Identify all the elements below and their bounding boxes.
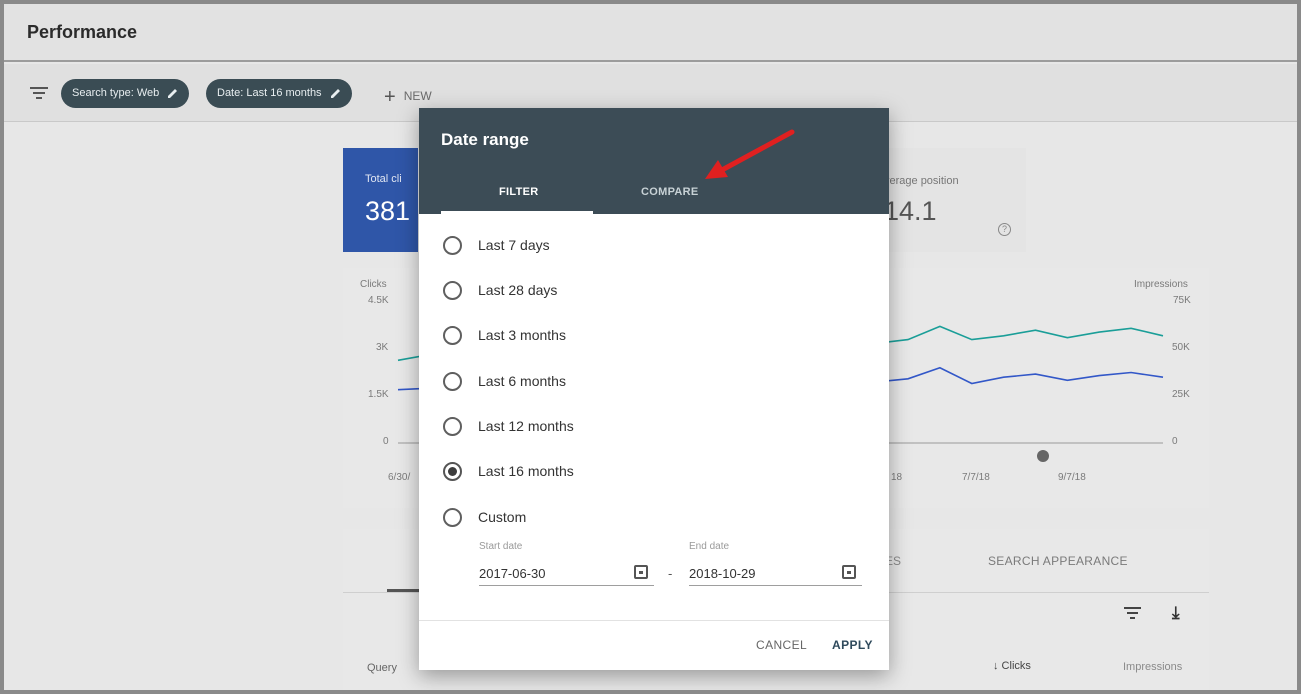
start-date-value: 2017-06-30 — [479, 566, 546, 581]
radio-button[interactable] — [443, 280, 462, 300]
edit-icon[interactable] — [167, 87, 179, 99]
left-axis-title: Clicks — [360, 279, 387, 290]
dialog-header: Date range FILTER COMPARE — [419, 108, 889, 214]
option-last-28-days[interactable]: Last 28 days — [443, 279, 557, 301]
apply-button[interactable]: APPLY — [832, 638, 873, 652]
average-position-value: 14.1 — [884, 196, 937, 226]
chip-label: Date: Last 16 months — [217, 87, 322, 99]
end-date-label: End date — [689, 541, 730, 552]
date-separator: - — [668, 566, 673, 581]
total-clicks-value: 381 — [365, 196, 411, 226]
x-tick: 9/7/18 — [1058, 472, 1086, 483]
radio-button[interactable] — [443, 416, 462, 436]
total-clicks-label: Total cli — [365, 173, 402, 185]
average-position-card[interactable]: verage position 14.1 ? — [882, 148, 1026, 252]
edit-icon[interactable] — [330, 87, 342, 99]
new-filter-button[interactable]: + NEW — [384, 86, 432, 109]
cancel-button[interactable]: CANCEL — [756, 638, 807, 652]
left-tick: 1.5K — [368, 389, 389, 400]
date-range-dialog: Date range FILTER COMPARE Last 7 days La… — [419, 108, 889, 670]
tab-filter[interactable]: FILTER — [499, 186, 538, 198]
option-label: Last 28 days — [478, 282, 558, 298]
left-tick: 4.5K — [368, 295, 389, 306]
end-date-value: 2018-10-29 — [689, 566, 756, 581]
chip-search-type[interactable]: Search type: Web — [61, 79, 190, 108]
option-last-7-days[interactable]: Last 7 days — [443, 234, 550, 256]
annotation-marker[interactable] — [1037, 450, 1049, 462]
option-last-3-months[interactable]: Last 3 months — [443, 324, 566, 346]
table-filter-icon[interactable] — [1124, 607, 1141, 619]
option-label: Last 6 months — [478, 373, 566, 389]
new-filter-label: NEW — [403, 89, 432, 103]
page-title: Performance — [27, 22, 138, 42]
left-tick: 3K — [376, 342, 389, 353]
help-icon[interactable]: ? — [998, 223, 1011, 236]
column-header-clicks[interactable]: ↓ Clicks — [993, 660, 1031, 672]
plus-icon: + — [384, 86, 396, 108]
column-header-impressions[interactable]: Impressions — [1123, 661, 1182, 673]
option-label: Last 12 months — [478, 418, 574, 434]
x-tick: 7/7/18 — [962, 472, 990, 483]
x-tick: 18 — [891, 472, 903, 483]
dialog-divider — [419, 620, 889, 621]
end-date-field[interactable]: 2018-10-29 — [689, 562, 862, 586]
option-last-12-months[interactable]: Last 12 months — [443, 415, 574, 437]
download-icon[interactable]: ⤓ — [1172, 603, 1180, 623]
option-label: Custom — [478, 509, 527, 525]
calendar-icon[interactable] — [634, 565, 648, 579]
radio-button[interactable] — [443, 507, 462, 527]
dialog-title: Date range — [441, 130, 529, 149]
active-tab-indicator — [441, 211, 593, 214]
option-label: Last 7 days — [478, 237, 550, 253]
app-frame: Performance Search type: Web Date: Last … — [4, 4, 1297, 690]
tab-compare[interactable]: COMPARE — [641, 186, 699, 198]
average-position-label: verage position — [884, 175, 959, 187]
right-tick: 25K — [1172, 389, 1190, 400]
filter-icon[interactable] — [30, 87, 48, 99]
right-tick: 75K — [1173, 295, 1191, 306]
calendar-icon[interactable] — [842, 565, 856, 579]
option-label: Last 16 months — [478, 463, 574, 479]
option-custom[interactable]: Custom — [443, 506, 526, 528]
option-last-16-months[interactable]: Last 16 months — [443, 460, 574, 482]
option-label: Last 3 months — [478, 327, 566, 343]
radio-button[interactable] — [443, 235, 462, 255]
left-tick: 0 — [383, 436, 389, 447]
chip-date[interactable]: Date: Last 16 months — [206, 79, 352, 108]
start-date-label: Start date — [479, 541, 523, 552]
radio-button[interactable] — [443, 371, 462, 391]
x-tick: 6/30/ — [388, 472, 411, 483]
right-tick: 50K — [1172, 342, 1190, 353]
option-last-6-months[interactable]: Last 6 months — [443, 370, 566, 392]
radio-button-selected[interactable] — [443, 461, 462, 481]
chip-label: Search type: Web — [72, 87, 160, 99]
column-header-query[interactable]: Query — [367, 662, 397, 674]
app-header: Performance — [4, 4, 1297, 62]
start-date-field[interactable]: 2017-06-30 — [479, 562, 654, 586]
tab-search-appearance[interactable]: SEARCH APPEARANCE — [988, 554, 1128, 568]
right-tick: 0 — [1172, 436, 1178, 447]
radio-button[interactable] — [443, 325, 462, 345]
right-axis-title: Impressions — [1134, 279, 1188, 290]
total-clicks-card[interactable]: Total cli 381 — [343, 148, 418, 252]
